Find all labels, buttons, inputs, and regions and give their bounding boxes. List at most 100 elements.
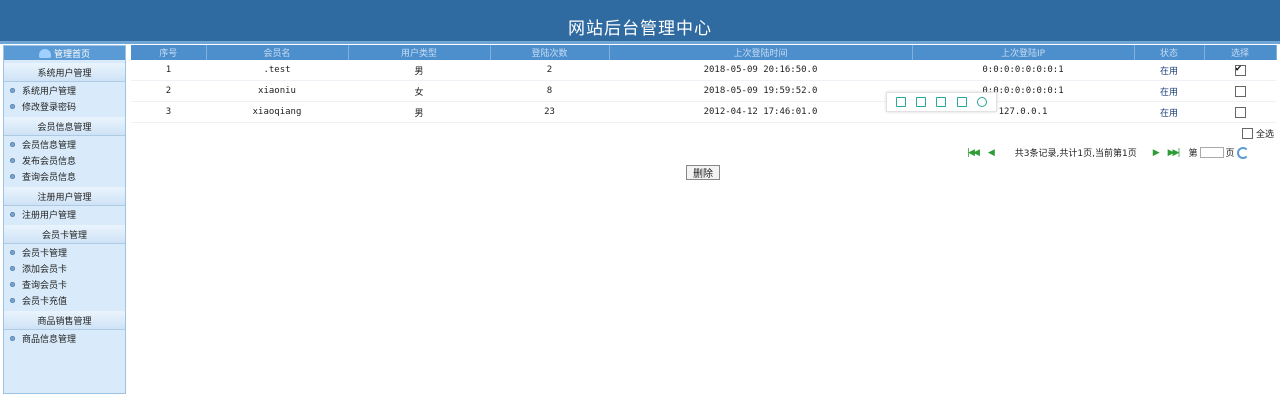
sidebar-item[interactable]: 查询会员卡: [4, 276, 125, 292]
cell-select: [1204, 60, 1276, 81]
pagination-info: 共3条记录,共计1页,当前第1页: [1014, 149, 1137, 159]
first-page-icon[interactable]: |◀◀: [967, 148, 980, 158]
cell-type: 男: [348, 101, 490, 123]
sidebar-item-label: 发布会员信息: [22, 156, 77, 167]
row-checkbox[interactable]: [1234, 85, 1246, 97]
refresh-icon[interactable]: [1236, 146, 1249, 159]
sidebar-item-label: 系统用户管理: [22, 86, 77, 97]
sidebar-item-label: 会员信息管理: [22, 140, 77, 151]
cell-count: 8: [490, 80, 609, 102]
cell-no: 1: [131, 60, 206, 81]
column-header: 会员名: [206, 45, 349, 60]
cell-type: 男: [348, 60, 490, 81]
bullet-icon: [10, 335, 15, 341]
bullet-icon: [10, 103, 15, 109]
cell-status[interactable]: 在用: [1134, 60, 1204, 81]
sidebar-item-label: 添加会员卡: [22, 264, 68, 275]
sidebar-home-label: 管理首页: [53, 49, 90, 60]
sidebar: 管理首页 系统用户管理 系统用户管理 修改登录密码 会员信息管理 会员信息管理 …: [3, 45, 126, 394]
table-header-row: 序号 会员名 用户类型 登陆次数 上次登陆时间 上次登陆IP 状态 选择: [131, 45, 1277, 60]
pagination: |◀◀ ◀ 共3条记录,共计1页,当前第1页 ▶ ▶▶| 第 页: [967, 146, 1249, 159]
page-title: 网站后台管理中心: [568, 19, 712, 39]
save-icon[interactable]: [936, 97, 947, 107]
sidebar-group-title[interactable]: 系统用户管理: [4, 63, 125, 82]
prev-page-icon[interactable]: ◀: [988, 148, 995, 158]
bullet-icon: [10, 211, 15, 217]
cell-no: 2: [131, 80, 206, 102]
table-row: 2 xiaoniu 女 8 2018-05-09 19:59:52.0 0:0:…: [131, 80, 1276, 102]
last-page-icon[interactable]: ▶▶|: [1168, 148, 1181, 158]
member-table: 序号 会员名 用户类型 登陆次数 上次登陆时间 上次登陆IP 状态 选择 1 .…: [131, 45, 1277, 123]
cell-name: xiaoniu: [206, 80, 348, 102]
bullet-icon: [10, 281, 15, 287]
sidebar-item-label: 查询会员卡: [22, 280, 68, 291]
column-header: 序号: [131, 45, 207, 60]
page-suffix: 页: [1225, 149, 1235, 159]
column-header: 选择: [1204, 45, 1277, 60]
select-all-checkbox[interactable]: [1241, 128, 1253, 139]
home-icon: [38, 48, 51, 58]
row-checkbox[interactable]: [1234, 63, 1246, 76]
cell-last-time: 2012-04-12 17:46:01.0: [609, 101, 912, 123]
sidebar-item-label: 商品信息管理: [22, 334, 77, 345]
sidebar-item[interactable]: 注册用户管理: [4, 206, 125, 222]
next-page-icon[interactable]: ▶: [1153, 148, 1160, 158]
expand-icon[interactable]: [916, 97, 927, 107]
cell-last-time: 2018-05-09 20:16:50.0: [609, 60, 912, 81]
sidebar-group-title[interactable]: 注册用户管理: [4, 187, 125, 206]
floating-toolbar: [886, 92, 997, 112]
sidebar-item-label: 查询会员信息: [22, 172, 77, 183]
cell-name: xiaoqiang: [206, 101, 348, 123]
table-row: 3 xiaoqiang 男 23 2012-04-12 17:46:01.0 1…: [131, 101, 1276, 123]
column-header: 上次登陆时间: [609, 45, 913, 60]
sidebar-item-label: 修改登录密码: [22, 102, 77, 113]
sidebar-group-title[interactable]: 商品销售管理: [4, 311, 125, 330]
cell-select: [1204, 80, 1276, 102]
select-all-label: 全选: [1255, 130, 1274, 140]
column-header: 状态: [1134, 45, 1205, 60]
cell-select: [1204, 101, 1276, 123]
sidebar-item[interactable]: 会员信息管理: [4, 136, 125, 152]
bullet-icon: [10, 87, 15, 93]
sidebar-group-title[interactable]: 会员信息管理: [4, 117, 125, 136]
sidebar-item[interactable]: 会员卡管理: [4, 244, 125, 260]
sidebar-item[interactable]: 添加会员卡: [4, 260, 125, 276]
bullet-icon: [10, 297, 15, 303]
sidebar-item[interactable]: 系统用户管理: [4, 82, 125, 98]
row-checkbox[interactable]: [1234, 106, 1246, 118]
bullet-icon: [10, 141, 15, 147]
cell-count: 23: [490, 101, 609, 123]
cell-count: 2: [490, 60, 609, 81]
page-number-input[interactable]: [1199, 147, 1224, 158]
sidebar-item[interactable]: 发布会员信息: [4, 152, 125, 168]
bullet-icon: [10, 157, 15, 163]
page-prefix: 第: [1188, 149, 1198, 159]
cell-ip: 0:0:0:0:0:0:0:1: [912, 60, 1134, 81]
delete-button[interactable]: 删除: [686, 165, 720, 180]
main-content: 序号 会员名 用户类型 登陆次数 上次登陆时间 上次登陆IP 状态 选择 1 .…: [131, 45, 1277, 180]
sidebar-item[interactable]: 查询会员信息: [4, 168, 125, 184]
column-header: 登陆次数: [490, 45, 610, 60]
sidebar-item-label: 注册用户管理: [22, 210, 77, 221]
bullet-icon: [10, 265, 15, 271]
cell-last-time: 2018-05-09 19:59:52.0: [609, 80, 912, 102]
sidebar-item[interactable]: 商品信息管理: [4, 330, 125, 346]
sidebar-item[interactable]: 修改登录密码: [4, 98, 125, 114]
settings-icon[interactable]: [976, 97, 987, 107]
cell-type: 女: [348, 80, 490, 102]
table-row: 1 .test 男 2 2018-05-09 20:16:50.0 0:0:0:…: [131, 60, 1276, 81]
header-bar: 网站后台管理中心: [0, 0, 1280, 44]
select-all[interactable]: 全选: [1241, 127, 1274, 140]
sidebar-item-label: 会员卡管理: [22, 248, 68, 259]
cell-name: .test: [206, 60, 348, 81]
sidebar-group-title[interactable]: 会员卡管理: [4, 225, 125, 244]
sidebar-home[interactable]: 管理首页: [4, 46, 125, 60]
share-icon[interactable]: [956, 97, 967, 107]
cell-status[interactable]: 在用: [1134, 101, 1204, 123]
cell-status[interactable]: 在用: [1134, 80, 1204, 102]
bullet-icon: [10, 173, 15, 179]
cell-no: 3: [131, 101, 206, 123]
column-header: 上次登陆IP: [912, 45, 1135, 60]
copy-icon[interactable]: [896, 97, 907, 107]
sidebar-item[interactable]: 会员卡充值: [4, 292, 125, 308]
